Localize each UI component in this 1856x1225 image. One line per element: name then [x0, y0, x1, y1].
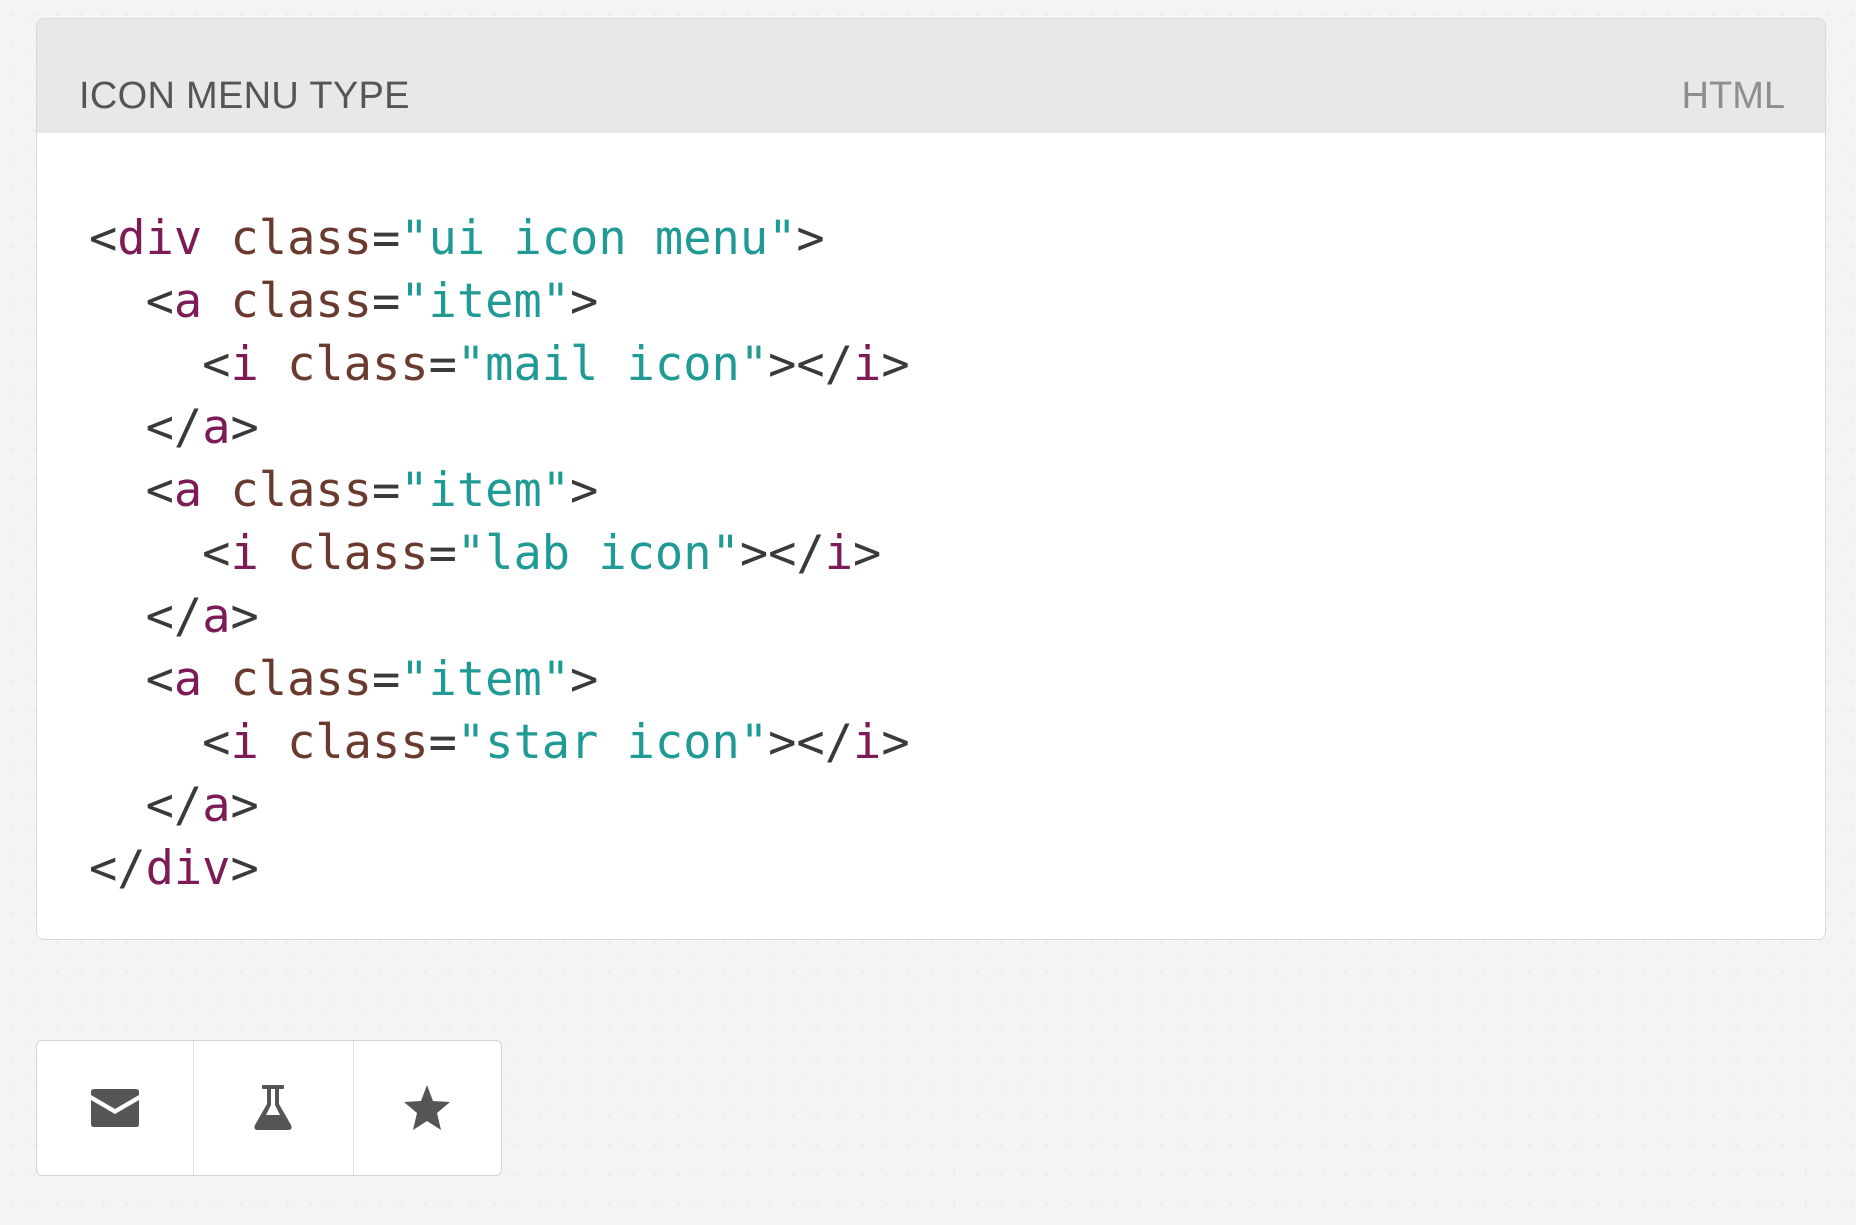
code-token-punct — [259, 526, 287, 581]
code-token-tag: a — [202, 400, 231, 455]
code-token-punct: < — [89, 337, 231, 392]
mail-icon — [91, 1089, 140, 1127]
code-token-val: "ui icon menu" — [400, 211, 797, 266]
code-token-punct: > — [230, 589, 259, 644]
code-token-tag: i — [230, 715, 259, 770]
code-token-punct — [202, 652, 230, 707]
code-line: <div class="ui icon menu"> — [89, 207, 910, 270]
code-token-tag: a — [202, 589, 231, 644]
icon-menu — [36, 1040, 502, 1176]
code-line: <i class="mail icon"></i> — [89, 333, 910, 396]
code-token-attr: class — [230, 463, 372, 518]
code-token-punct: > — [796, 211, 825, 266]
code-token-tag: div — [117, 211, 203, 266]
code-token-tag: i — [853, 715, 882, 770]
code-token-punct: > — [853, 526, 882, 581]
code-token-val: "mail icon" — [456, 337, 769, 392]
code-token-punct: = — [371, 652, 401, 707]
code-token-punct — [202, 463, 230, 518]
code-token-punct: </ — [89, 589, 203, 644]
code-token-punct — [202, 211, 230, 266]
code-line: <a class="item"> — [89, 459, 910, 522]
code-token-punct: < — [89, 715, 231, 770]
code-token-punct: </ — [89, 841, 146, 896]
code-token-punct: ></ — [768, 715, 854, 770]
code-token-tag: a — [202, 778, 231, 833]
code-token-attr: class — [230, 274, 372, 329]
code-token-val: "lab icon" — [456, 526, 740, 581]
code-token-attr: class — [230, 652, 372, 707]
code-example-panel: ICON MENU TYPE HTML <div class="ui icon … — [36, 18, 1826, 940]
lab-icon — [254, 1085, 293, 1130]
code-token-punct: </ — [89, 400, 203, 455]
code-token-punct: < — [89, 526, 231, 581]
code-line: <i class="lab icon"></i> — [89, 522, 910, 585]
code-token-punct: = — [371, 463, 401, 518]
code-language-label[interactable]: HTML — [1682, 75, 1785, 118]
code-token-punct: > — [570, 652, 599, 707]
code-token-tag: i — [230, 337, 259, 392]
menu-item-lab[interactable] — [194, 1041, 354, 1175]
panel-header: ICON MENU TYPE HTML — [37, 19, 1825, 133]
code-token-punct: = — [428, 337, 457, 392]
star-icon — [404, 1085, 451, 1130]
code-token-punct: < — [89, 652, 174, 707]
code-token-punct: ></ — [768, 337, 854, 392]
code-token-tag: a — [173, 463, 203, 518]
code-token-tag: i — [824, 526, 854, 581]
code-token-punct: < — [89, 463, 174, 518]
code-token-punct: = — [428, 526, 457, 581]
code-token-punct: > — [230, 400, 259, 455]
code-line: </div> — [89, 837, 910, 900]
code-token-punct: < — [89, 211, 118, 266]
code-token-tag: a — [173, 274, 203, 329]
code-token-val: "star icon" — [456, 715, 769, 770]
menu-item-star[interactable] — [354, 1041, 501, 1175]
code-token-punct: > — [881, 337, 910, 392]
code-line: </a> — [89, 585, 910, 648]
code-line: <a class="item"> — [89, 648, 910, 711]
code-token-punct: > — [230, 841, 259, 896]
code-token-punct: = — [428, 715, 457, 770]
code-token-attr: class — [287, 526, 429, 581]
code-line: <i class="star icon"></i> — [89, 711, 910, 774]
code-token-punct — [202, 274, 230, 329]
code-token-punct: > — [570, 274, 599, 329]
menu-item-mail[interactable] — [37, 1041, 195, 1175]
code-block: <div class="ui icon menu"> <a class="ite… — [89, 207, 910, 900]
code-token-punct: </ — [89, 778, 203, 833]
code-token-attr: class — [287, 337, 429, 392]
code-token-val: "item" — [400, 274, 571, 329]
code-token-tag: a — [173, 652, 203, 707]
code-token-punct — [259, 715, 287, 770]
code-token-punct: ></ — [739, 526, 825, 581]
code-line: <a class="item"> — [89, 270, 910, 333]
code-token-attr: class — [230, 211, 372, 266]
code-token-punct: > — [570, 463, 599, 518]
code-token-val: "item" — [400, 463, 571, 518]
panel-title: ICON MENU TYPE — [79, 75, 410, 117]
code-token-val: "item" — [400, 652, 571, 707]
code-token-punct: > — [230, 778, 259, 833]
code-token-punct — [259, 337, 287, 392]
code-token-attr: class — [287, 715, 429, 770]
code-token-punct: = — [371, 211, 401, 266]
code-token-tag: i — [853, 337, 882, 392]
code-token-tag: i — [230, 526, 259, 581]
code-token-punct: < — [89, 274, 174, 329]
code-token-tag: div — [145, 841, 231, 896]
code-token-punct: > — [881, 715, 910, 770]
code-token-punct: = — [371, 274, 401, 329]
code-line: </a> — [89, 396, 910, 459]
code-line: </a> — [89, 774, 910, 837]
